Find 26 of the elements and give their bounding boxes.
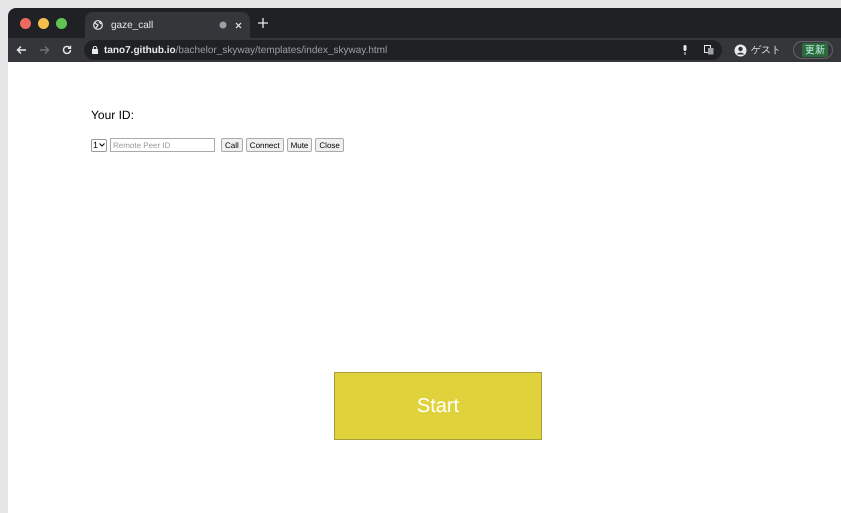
update-button[interactable]: 更新 bbox=[793, 41, 833, 59]
forward-icon[interactable] bbox=[39, 45, 50, 55]
profile-name: ゲスト bbox=[751, 44, 781, 57]
action-button[interactable]: Call bbox=[221, 138, 243, 152]
peer-id-field[interactable]: Remote Peer ID bbox=[110, 138, 216, 152]
id-label: Your ID: bbox=[91, 108, 134, 122]
microphone-icon[interactable] bbox=[682, 45, 688, 55]
window-maximize-button[interactable] bbox=[56, 18, 67, 28]
address-bar[interactable]: tano7.github.io/bachelor_skyway/templates/index_skyway.html bbox=[84, 40, 722, 60]
profile-icon[interactable] bbox=[734, 44, 747, 56]
back-icon[interactable] bbox=[16, 45, 27, 55]
window-minimize-button[interactable] bbox=[38, 18, 49, 28]
close-icon[interactable] bbox=[235, 22, 242, 28]
action-button[interactable]: Close bbox=[315, 138, 344, 152]
action-button[interactable]: Connect bbox=[246, 138, 284, 152]
reload-icon[interactable] bbox=[62, 45, 72, 55]
url-text: tano7.github.io/bachelor_skyway/templates/index_skyway.html bbox=[104, 44, 388, 56]
speaker-icon bbox=[219, 21, 227, 29]
browser-tab[interactable]: gaze_call bbox=[85, 12, 250, 38]
window-close-button[interactable] bbox=[20, 18, 31, 28]
new-tab-icon[interactable] bbox=[258, 18, 268, 28]
action-button[interactable]: Mute bbox=[286, 138, 312, 152]
number-select[interactable]: 1 bbox=[91, 138, 108, 152]
translate-icon[interactable] bbox=[704, 45, 714, 55]
caret-icon bbox=[99, 143, 106, 147]
lock-icon bbox=[92, 46, 98, 54]
